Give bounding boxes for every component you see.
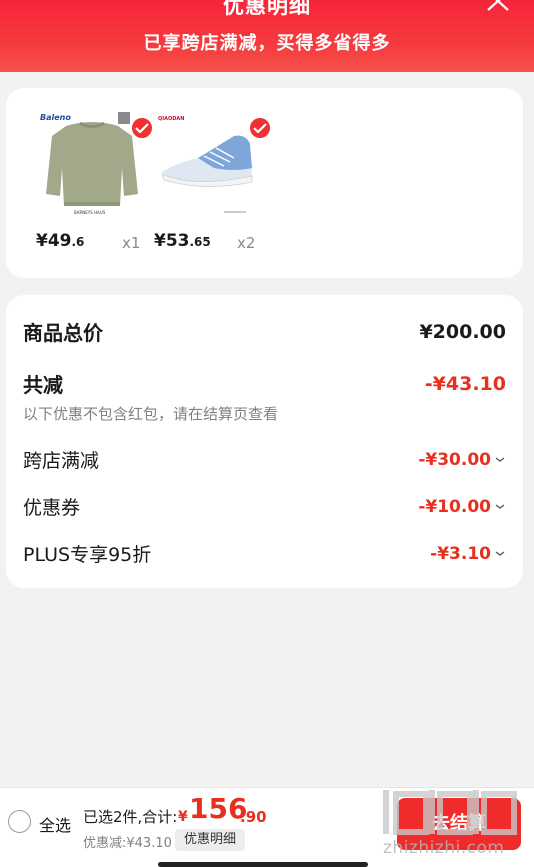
discount-item-value: -¥3.10 bbox=[430, 544, 506, 564]
close-icon[interactable] bbox=[486, 0, 512, 14]
total-amount: 156 bbox=[189, 792, 248, 825]
svg-text:QIAODAN: QIAODAN bbox=[158, 116, 184, 122]
discount-value: -¥43.10 bbox=[424, 372, 506, 395]
checked-icon[interactable] bbox=[248, 116, 272, 140]
discount-item-label: 优惠券 bbox=[23, 497, 81, 519]
discount-note: 以下优惠不包含红包，请在结算页查看 bbox=[23, 405, 279, 423]
page-title: 优惠明细 bbox=[223, 0, 311, 18]
discount-label: 共减 bbox=[23, 373, 63, 397]
discount-item-label: 跨店满减 bbox=[23, 450, 100, 472]
products-card: Baleno BARNEYS HAUS ¥49.6 x1 QIAODAN ¥53… bbox=[6, 88, 523, 278]
checked-icon[interactable] bbox=[130, 116, 154, 140]
total-currency: ¥ bbox=[178, 809, 188, 825]
product-qty: x2 bbox=[237, 234, 256, 252]
discount-item-row[interactable]: PLUS专享95折 -¥3.10 bbox=[23, 540, 506, 567]
chevron-down-icon bbox=[495, 456, 505, 462]
discount-item-label: PLUS专享95折 bbox=[23, 544, 152, 566]
discount-item-row[interactable]: 优惠券 -¥10.00 bbox=[23, 493, 506, 520]
selected-count: 已选2件,合计: bbox=[83, 808, 178, 826]
total-price-value: ¥200.00 bbox=[419, 320, 506, 343]
home-indicator bbox=[158, 862, 368, 867]
discount-item-row[interactable]: 跨店满减 -¥30.00 bbox=[23, 446, 506, 473]
discount-row: 共减 -¥43.10 bbox=[23, 369, 506, 398]
select-all-radio[interactable] bbox=[8, 810, 31, 833]
chevron-down-icon bbox=[495, 503, 505, 509]
select-all-label[interactable]: 全选 bbox=[39, 812, 71, 836]
svg-text:BARNEYS HAUS: BARNEYS HAUS bbox=[74, 210, 106, 215]
svg-text:Baleno: Baleno bbox=[40, 113, 71, 122]
chevron-down-icon bbox=[495, 550, 505, 556]
product-price: ¥53.65 bbox=[154, 231, 211, 251]
discount-item-value: -¥30.00 bbox=[418, 450, 506, 470]
page-subtitle: 已享跨店满减，买得多省得多 bbox=[143, 33, 391, 54]
total-price-row: 商品总价 ¥200.00 bbox=[23, 317, 506, 346]
watermark-text: zhizhizhi.com bbox=[383, 838, 505, 858]
product-qty: x1 bbox=[122, 234, 141, 252]
total-price-label: 商品总价 bbox=[23, 321, 103, 345]
discount-detail-button[interactable]: 优惠明细 bbox=[175, 829, 245, 851]
header: 优惠明细 已享跨店满减，买得多省得多 bbox=[0, 0, 534, 72]
discount-item-value: -¥10.00 bbox=[418, 497, 506, 517]
summary-card: 商品总价 ¥200.00 共减 -¥43.10 以下优惠不包含红包，请在结算页查… bbox=[6, 295, 523, 588]
total-amount-decimal: .90 bbox=[240, 808, 267, 826]
discount-summary: 优惠减:¥43.10 bbox=[83, 836, 172, 851]
product-price: ¥49.6 bbox=[36, 231, 85, 251]
